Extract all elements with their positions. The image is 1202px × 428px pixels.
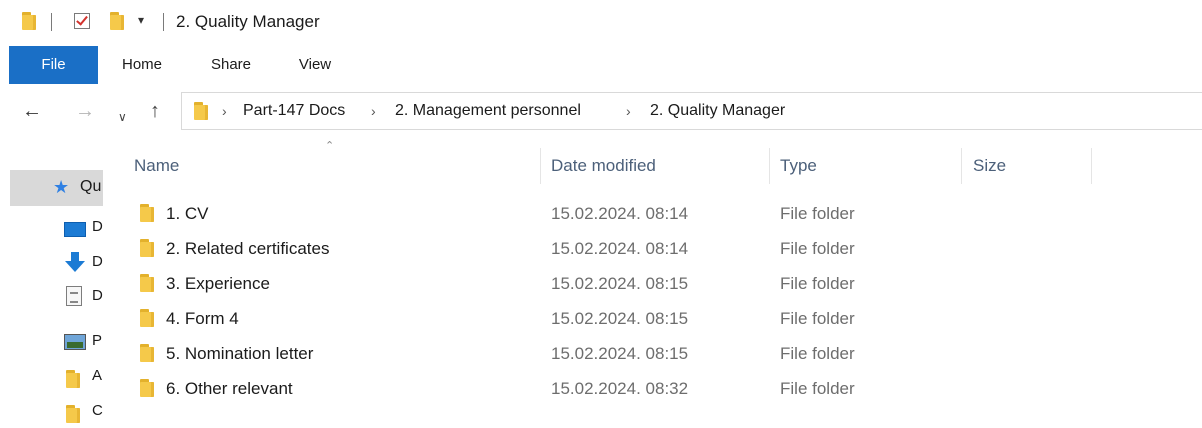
nav-item-label[interactable]: P [92,332,102,349]
list-item[interactable]: 5. Nomination letter 15.02.2024. 08:15 F… [103,336,1202,371]
nav-item-label[interactable]: C [92,402,103,419]
navigation-bar: ← → ∨ ↑ › Part-147 Docs › 2. Management … [0,84,1202,138]
nav-item-label[interactable]: D [92,253,103,270]
file-name[interactable]: 3. Experience [166,266,270,301]
folder-icon[interactable] [66,370,80,388]
breadcrumb-quality-manager[interactable]: 2. Quality Manager [650,93,785,129]
desktop-icon[interactable] [64,222,86,237]
ribbon-tabs: File Home Share View [0,46,1202,84]
folder-icon [140,204,154,222]
file-type: File folder [780,239,855,258]
list-item[interactable]: 1. CV 15.02.2024. 08:14 File folder [103,196,1202,231]
back-arrow-icon[interactable]: ← [22,97,42,125]
tab-share[interactable]: Share [198,46,264,84]
folder-icon[interactable] [66,405,80,423]
properties-check-icon[interactable] [74,13,90,29]
nav-item-label[interactable]: A [92,367,102,384]
customize-quick-access-dropdown[interactable]: ▾ [138,13,144,27]
folder-icon[interactable] [22,12,36,30]
file-type: File folder [780,309,855,328]
list-item[interactable]: 6. Other relevant 15.02.2024. 08:32 File… [103,371,1202,406]
date-modified: 15.02.2024. 08:14 [551,204,689,223]
breadcrumb-management-personnel[interactable]: 2. Management personnel [395,93,581,129]
date-modified: 15.02.2024. 08:14 [551,239,689,258]
column-divider[interactable] [961,148,962,184]
file-list: ⌃ Name Date modified Type Size 1. CV 15.… [103,138,1202,428]
date-modified: 15.02.2024. 08:15 [551,309,689,328]
column-divider[interactable] [1091,148,1092,184]
folder-icon [140,309,154,327]
breadcrumb-chevron-icon[interactable]: › [626,93,631,129]
address-folder-icon [194,102,208,120]
column-header-date-modified[interactable]: Date modified [551,148,656,184]
file-type: File folder [780,344,855,363]
list-item[interactable]: 2. Related certificates 15.02.2024. 08:1… [103,231,1202,266]
file-name[interactable]: 1. CV [166,196,209,231]
file-name[interactable]: 6. Other relevant [166,371,293,406]
title-bar: ▾ 2. Quality Manager [0,0,1202,46]
date-modified: 15.02.2024. 08:15 [551,344,689,363]
up-arrow-icon[interactable]: ↑ [150,97,160,125]
folder-icon [140,344,154,362]
list-item[interactable]: 3. Experience 15.02.2024. 08:15 File fol… [103,266,1202,301]
recent-locations-chevron-icon[interactable]: ∨ [118,103,127,131]
star-icon: ★ [53,177,70,197]
breadcrumb-chevron-icon[interactable]: › [371,93,376,129]
nav-item-label: Qu [80,178,102,195]
file-name[interactable]: 5. Nomination letter [166,336,313,371]
nav-item-label[interactable]: D [92,287,103,304]
tab-home[interactable]: Home [110,46,174,84]
breadcrumb-chevron-icon[interactable]: › [222,93,227,129]
window-title: 2. Quality Manager [176,12,320,31]
column-header-name[interactable]: Name [134,148,179,184]
list-item[interactable]: 4. Form 4 15.02.2024. 08:15 File folder [103,301,1202,336]
pictures-icon[interactable] [64,334,86,350]
column-header-type[interactable]: Type [780,148,817,184]
tab-view[interactable]: View [286,46,344,84]
file-name[interactable]: 4. Form 4 [166,301,239,336]
file-type: File folder [780,204,855,223]
nav-item-label[interactable]: D [92,218,103,235]
documents-icon[interactable] [66,286,82,306]
new-folder-icon[interactable] [110,12,124,30]
navigation-pane: ★ Qu D D D P A C [0,138,103,428]
address-bar[interactable]: › Part-147 Docs › 2. Management personne… [181,92,1202,130]
date-modified: 15.02.2024. 08:32 [551,379,689,398]
folder-icon [140,239,154,257]
column-divider[interactable] [769,148,770,184]
tab-file[interactable]: File [9,46,98,84]
column-header-size[interactable]: Size [973,148,1006,184]
date-modified: 15.02.2024. 08:15 [551,274,689,293]
folder-icon [140,274,154,292]
file-name[interactable]: 2. Related certificates [166,231,329,266]
toolbar-separator [51,13,52,31]
forward-arrow-icon[interactable]: → [75,97,95,125]
title-separator [163,13,164,31]
folder-icon [140,379,154,397]
column-divider[interactable] [540,148,541,184]
downloads-icon[interactable] [64,252,86,272]
sort-ascending-icon: ⌃ [325,140,335,152]
file-type: File folder [780,379,855,398]
file-type: File folder [780,274,855,293]
breadcrumb-part-147-docs[interactable]: Part-147 Docs [243,93,345,129]
